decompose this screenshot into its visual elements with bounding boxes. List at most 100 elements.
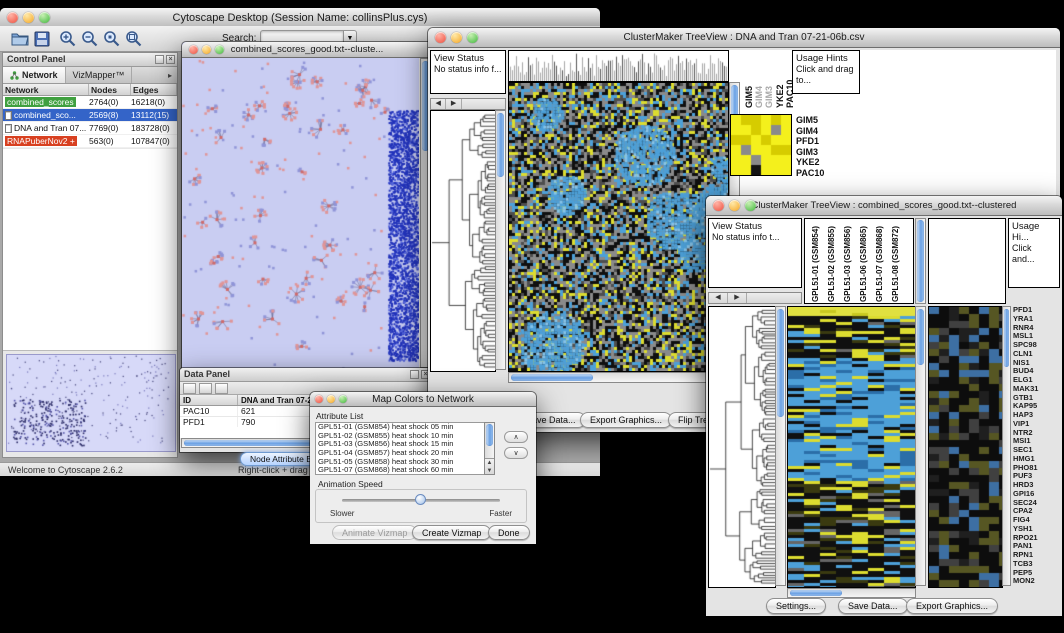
attribute-list-item[interactable]: GPL51-07 (GSM868) heat shock 60 min — [316, 466, 494, 475]
network-list-row[interactable]: RNAPuberNov2 +563(0)107847(0) — [3, 135, 177, 148]
close-panel-icon[interactable]: × — [166, 55, 175, 64]
close-button[interactable] — [435, 32, 446, 43]
treeview-dna-button-export-graphics[interactable]: Export Graphics... — [580, 412, 672, 428]
dendrogram-vertical-scrollbar[interactable] — [775, 306, 786, 586]
close-button[interactable] — [713, 200, 724, 211]
network-view-window[interactable]: combined_scores_good.txt--cluste... — [182, 42, 432, 368]
data-panel-title: Data Panel — [184, 369, 230, 379]
close-button[interactable] — [189, 45, 198, 54]
mini-horizontal-scrollbar[interactable]: ◀ ▶ — [708, 292, 802, 304]
zoom-button[interactable] — [467, 32, 478, 43]
heatmap-horizontal-scrollbar[interactable] — [787, 588, 916, 598]
move-down-button[interactable]: ∨ — [504, 447, 528, 459]
network-list: combined_scores2764(0)16218(0)combined_s… — [3, 96, 177, 148]
tab-overflow-arrow-icon[interactable]: ▸ — [163, 67, 177, 83]
treeview-dna-title-bar[interactable]: ClusterMaker TreeView : DNA and Tran 07-… — [428, 28, 1060, 48]
zoom-heatmap-canvas[interactable] — [928, 306, 1003, 588]
view-status-panel: View Status No status info f... — [430, 50, 506, 94]
delete-attribute-icon[interactable] — [215, 383, 228, 394]
dialog-title-bar[interactable]: Map Colors to Network — [310, 392, 536, 407]
network-list-row[interactable]: combined_sco...2569(8)13112(15) — [3, 109, 177, 122]
minimize-button[interactable] — [23, 12, 34, 23]
slider-min-label: Slower — [330, 509, 354, 518]
tab-vizmapper[interactable]: VizMapper™ — [66, 67, 133, 83]
heatmap-canvas[interactable] — [787, 306, 916, 588]
minimize-button[interactable] — [327, 395, 335, 403]
dendrogram-vertical-scrollbar[interactable] — [495, 110, 506, 370]
network-list-row[interactable]: DNA and Tran 07...7769(0)183728(0) — [3, 122, 177, 135]
attribute-list-scrollbar[interactable]: ▲▼ — [484, 422, 495, 475]
network-table-header: Network Nodes Edges — [3, 84, 177, 96]
row-dendrogram-canvas[interactable] — [708, 306, 776, 588]
network-name-cell: combined_sco... — [3, 110, 89, 120]
network-name: DNA and Tran 07... — [14, 123, 86, 133]
zoom-button[interactable] — [745, 200, 756, 211]
treeview-combined-button-save-data[interactable]: Save Data... — [838, 598, 908, 614]
network-view-title: combined_scores_good.txt--cluste... — [231, 44, 384, 55]
treeview-combined-button-export-graphics[interactable]: Export Graphics... — [906, 598, 998, 614]
scroll-right-icon[interactable]: ▶ — [728, 293, 747, 303]
open-session-icon[interactable] — [10, 30, 30, 48]
zoom-button[interactable] — [215, 45, 224, 54]
data-panel-header[interactable]: Data Panel × — [180, 368, 432, 382]
column-dendrogram-canvas[interactable] — [508, 50, 729, 82]
zoom-button[interactable] — [339, 395, 347, 403]
dialog-button-done[interactable]: Done — [488, 525, 530, 540]
close-button[interactable] — [7, 12, 18, 23]
scroll-left-icon[interactable]: ◀ — [709, 293, 728, 303]
network-list-row[interactable]: combined_scores2764(0)16218(0) — [3, 96, 177, 109]
tab-network[interactable]: Network — [3, 67, 66, 83]
minimize-button[interactable] — [451, 32, 462, 43]
network-icon — [10, 71, 19, 80]
treeview-combined-title-bar[interactable]: ClusterMaker TreeView : combined_scores_… — [706, 196, 1062, 216]
zoom-actual-icon[interactable] — [102, 30, 122, 48]
heatmap-horizontal-scrollbar[interactable] — [508, 372, 729, 383]
move-up-button[interactable]: ∧ — [504, 431, 528, 443]
heatmap-vertical-scrollbar[interactable] — [915, 306, 926, 586]
scroll-left-icon[interactable]: ◀ — [431, 99, 446, 109]
control-panel: Control Panel × Network VizMapper™ ▸ — [2, 52, 178, 458]
scroll-right-icon[interactable]: ▶ — [446, 99, 461, 109]
scrollbar-arrows[interactable]: ▲▼ — [485, 458, 494, 474]
zoom-button[interactable] — [39, 12, 50, 23]
zoom-in-icon[interactable] — [58, 30, 78, 48]
treeview-combined-button-settings[interactable]: Settings... — [766, 598, 826, 614]
animation-speed-slider[interactable] — [415, 494, 426, 505]
heatmap-canvas[interactable] — [508, 82, 729, 372]
close-button[interactable] — [315, 395, 323, 403]
save-session-icon[interactable] — [32, 30, 52, 48]
float-panel-icon[interactable] — [410, 370, 419, 379]
nodes-count: 7769(0) — [89, 123, 131, 133]
control-panel-header[interactable]: Control Panel × — [3, 53, 177, 67]
network-graph-canvas[interactable] — [182, 58, 419, 368]
main-title-bar[interactable]: Cytoscape Desktop (Session Name: collins… — [0, 8, 600, 28]
array-column-label: GPL51-07 (GSM868) — [875, 226, 884, 302]
select-attributes-icon[interactable] — [183, 383, 196, 394]
document-icon — [5, 111, 12, 120]
minimize-button[interactable] — [202, 45, 211, 54]
map-colors-dialog[interactable]: Map Colors to Network Attribute List GPL… — [310, 392, 536, 544]
create-attribute-icon[interactable] — [199, 383, 212, 394]
dialog-button-create-vizmap[interactable]: Create Vizmap — [412, 525, 491, 540]
gene-id-cell: PAC10 — [180, 406, 238, 416]
array-column-label: GPL51-08 (GSM872) — [891, 226, 900, 302]
gene-list-scrollbar[interactable] — [1002, 306, 1011, 586]
zoom-fit-icon[interactable] — [124, 30, 144, 48]
column-labels-scrollbar[interactable] — [915, 218, 926, 304]
network-view-title-bar[interactable]: combined_scores_good.txt--cluste... — [182, 42, 432, 58]
column-gene-label: GIM4 — [754, 50, 763, 108]
attribute-list[interactable]: GPL51-01 (GSM854) heat shock 05 minGPL51… — [315, 422, 495, 475]
zoom-out-icon[interactable] — [80, 30, 100, 48]
network-name: RNAPuberNov2 + — [5, 136, 77, 146]
document-icon — [5, 124, 12, 133]
treeview-window-combined[interactable]: ClusterMaker TreeView : combined_scores_… — [706, 196, 1062, 616]
control-panel-tabs: Network VizMapper™ ▸ — [3, 67, 177, 84]
array-column-label: GPL51-03 (GSM856) — [843, 226, 852, 302]
minimize-button[interactable] — [729, 200, 740, 211]
float-panel-icon[interactable] — [155, 55, 164, 64]
network-overview-thumbnail[interactable] — [6, 354, 176, 452]
correlation-matrix-canvas[interactable] — [730, 114, 792, 176]
mini-horizontal-scrollbar[interactable]: ◀ ▶ — [430, 98, 506, 110]
row-dendrogram-canvas[interactable] — [430, 110, 496, 372]
nodes-count: 2569(8) — [89, 110, 131, 120]
